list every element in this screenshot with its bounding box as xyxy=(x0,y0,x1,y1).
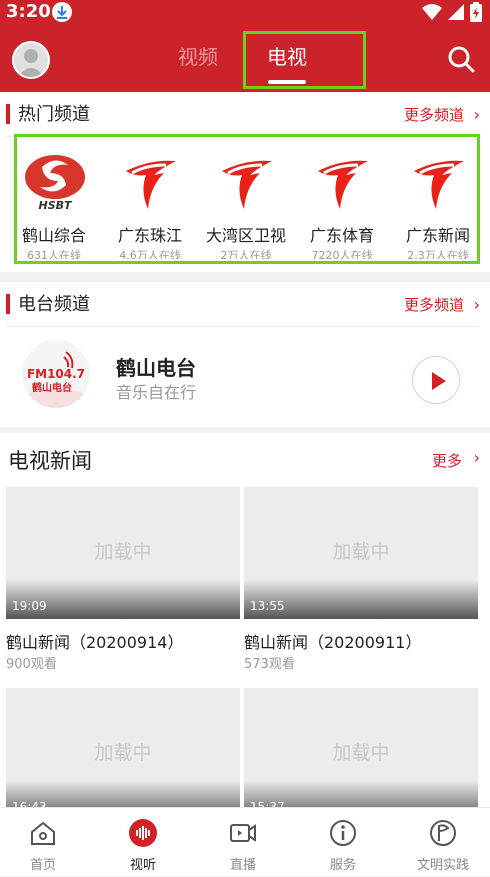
radio-station-name: 鹤山电台 xyxy=(116,356,196,380)
news-card[interactable]: 加载中 16:43 xyxy=(6,688,240,808)
news-title: 鹤山新闻（20200914） xyxy=(6,633,184,652)
video-thumbnail: 加载中 16:43 xyxy=(6,688,240,808)
nav-item-home[interactable]: 首页 xyxy=(0,808,92,877)
status-time: 3:20 xyxy=(6,1,51,22)
nav-label: 视听 xyxy=(129,858,156,873)
home-icon xyxy=(31,821,55,845)
section-marker xyxy=(6,294,10,314)
signal-icon xyxy=(448,4,464,20)
section-title: 电台频道 xyxy=(18,294,90,315)
section-title: 热门频道 xyxy=(18,104,90,125)
more-channels-link[interactable]: 更多频道 xyxy=(404,92,464,138)
audio-video-icon xyxy=(129,819,157,847)
nav-item-service[interactable]: 服务 xyxy=(294,808,392,877)
loading-text: 加载中 xyxy=(332,541,390,563)
play-button[interactable] xyxy=(412,356,460,404)
tv-news-section: 电视新闻 更多 › 加载中 19:09 鹤山新闻（20200914） 900观看… xyxy=(0,433,490,813)
more-news-link[interactable]: 更多 xyxy=(432,450,462,471)
video-thumbnail: 加载中 15:37 xyxy=(244,688,478,808)
radio-logo[interactable]: FM104.7 鹤山电台 xyxy=(22,340,90,408)
highlight-box-tab xyxy=(243,31,366,89)
section-header: 热门频道 更多频道 › xyxy=(0,92,490,138)
video-duration: 13:55 xyxy=(250,599,285,613)
tab-video[interactable]: 视频 xyxy=(178,24,218,92)
search-icon xyxy=(448,46,475,73)
loading-text: 加载中 xyxy=(332,742,390,764)
more-radio-link[interactable]: 更多频道 xyxy=(404,282,464,328)
app-header: 视频 电视 xyxy=(0,24,490,92)
status-icons xyxy=(422,2,482,22)
nav-label: 文明实践 xyxy=(416,858,469,873)
video-thumbnail: 加载中 13:55 xyxy=(244,487,478,619)
news-card[interactable]: 加载中 15:37 xyxy=(244,688,478,808)
download-icon xyxy=(52,2,72,22)
bottom-nav: 首页 视听 直播 服务 文明实践 xyxy=(0,807,490,876)
nav-item-media[interactable]: 视听 xyxy=(94,808,192,877)
chevron-right-icon: › xyxy=(473,295,480,314)
svg-text:FM104.7: FM104.7 xyxy=(27,367,85,381)
video-duration: 19:09 xyxy=(12,599,47,613)
play-icon xyxy=(432,372,446,390)
hot-channels-section: 热门频道 更多频道 › HSBT 鹤山综合 631人在线 广东珠江 4.6万人在… xyxy=(0,92,490,272)
nav-item-civilization[interactable]: 文明实践 xyxy=(394,808,490,877)
loading-text: 加载中 xyxy=(94,541,152,563)
info-icon xyxy=(330,820,356,846)
live-icon xyxy=(230,824,256,842)
flag-icon xyxy=(430,820,456,846)
battery-icon xyxy=(470,2,482,22)
nav-label: 服务 xyxy=(329,858,356,873)
nav-item-live[interactable]: 直播 xyxy=(194,808,292,877)
section-marker xyxy=(6,104,10,124)
status-bar: 3:20 xyxy=(0,0,490,24)
news-views: 900观看 xyxy=(6,657,57,672)
search-button[interactable] xyxy=(446,44,476,74)
chevron-right-icon: › xyxy=(473,105,480,124)
news-card[interactable]: 加载中 19:09 鹤山新闻（20200914） 900观看 xyxy=(6,487,240,677)
section-header: 电台频道 更多频道 › xyxy=(0,282,490,328)
news-title: 鹤山新闻（20200911） xyxy=(244,633,422,652)
loading-text: 加载中 xyxy=(94,742,152,764)
wifi-icon xyxy=(422,4,442,20)
radio-station-desc: 音乐自在行 xyxy=(116,383,197,402)
highlight-box-channels xyxy=(14,134,480,264)
nav-label: 首页 xyxy=(29,858,56,873)
chevron-right-icon: › xyxy=(473,448,480,467)
news-card[interactable]: 加载中 13:55 鹤山新闻（20200911） 573观看 xyxy=(244,487,478,677)
video-thumbnail: 加载中 19:09 xyxy=(6,487,240,619)
news-views: 573观看 xyxy=(244,657,295,672)
section-title: 电视新闻 xyxy=(8,449,92,473)
avatar[interactable] xyxy=(12,41,50,79)
radio-section: 电台频道 更多频道 › FM104.7 鹤山电台 鹤山电台 音乐自在行 xyxy=(0,282,490,427)
divider xyxy=(6,326,478,327)
nav-label: 直播 xyxy=(229,858,256,873)
svg-text:鹤山电台: 鹤山电台 xyxy=(31,381,72,394)
